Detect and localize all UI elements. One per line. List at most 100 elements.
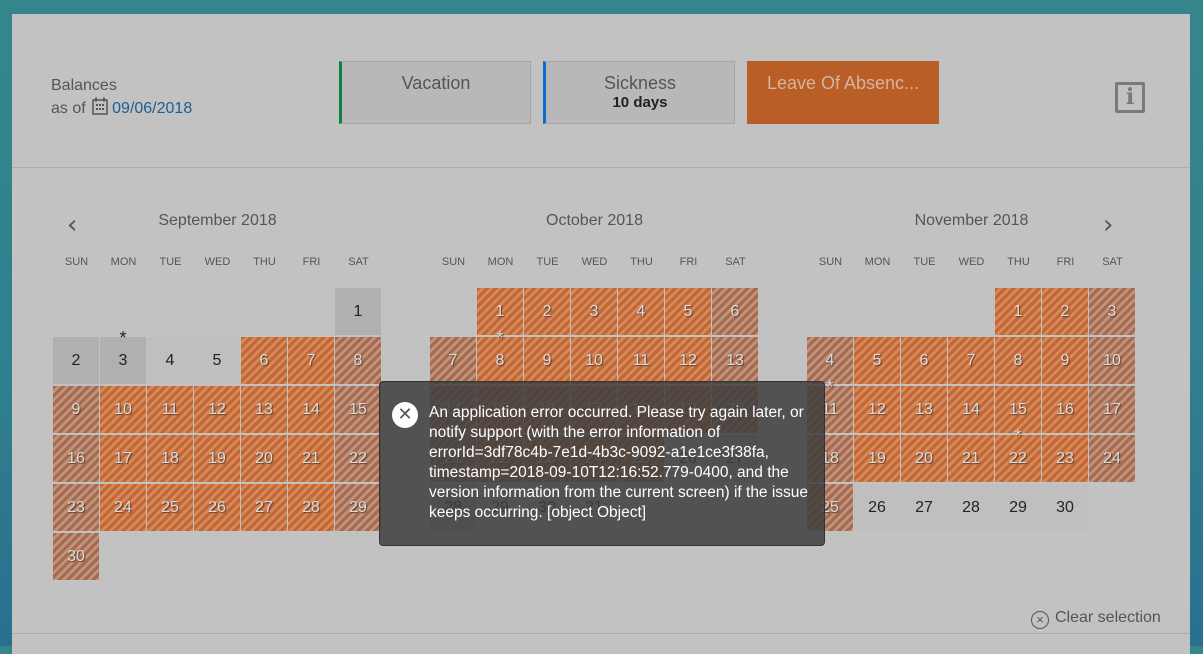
calendar-day[interactable]: 12: [194, 386, 240, 433]
calendar-day[interactable]: 12: [665, 337, 711, 384]
info-icon[interactable]: i: [1115, 82, 1145, 113]
calendar-day[interactable]: 4: [147, 337, 193, 384]
calendar-day[interactable]: 11: [147, 386, 193, 433]
day-number: 5: [683, 303, 693, 320]
calendar-day[interactable]: 10: [1089, 337, 1135, 384]
calendar-day[interactable]: * 3: [100, 328, 146, 384]
calendar-day[interactable]: 5: [194, 337, 240, 384]
calendar-day[interactable]: 6: [241, 337, 287, 384]
calendar-day[interactable]: 14: [288, 386, 334, 433]
clear-selection-label: Clear selection: [1055, 609, 1161, 626]
calendar-day[interactable]: 10: [571, 337, 617, 384]
calendar-day[interactable]: 30: [1042, 484, 1088, 531]
calendar-day[interactable]: 9: [1042, 337, 1088, 384]
calendar-day[interactable]: 13: [901, 386, 947, 433]
calendar-day[interactable]: 18: [147, 435, 193, 482]
calendar-day[interactable]: 17: [1089, 386, 1135, 433]
calendar-day[interactable]: 24: [100, 484, 146, 531]
day-number: 1: [353, 303, 363, 320]
calendar-day[interactable]: 6: [901, 337, 947, 384]
calendar-day[interactable]: 26: [194, 484, 240, 531]
calendar-day[interactable]: 5: [665, 288, 711, 335]
calendar-day[interactable]: 16: [53, 435, 99, 482]
weekday-label: TUE: [913, 256, 936, 268]
day-number: 8: [353, 352, 363, 369]
day-number: 6: [730, 303, 740, 320]
calendar-day[interactable]: 13: [712, 337, 758, 384]
day-number: 3: [589, 303, 599, 320]
time-off-panel: Balances as of 09/06/2018 Vacation Sickn…: [12, 14, 1190, 654]
balances-block: Balances as of 09/06/2018: [51, 74, 192, 122]
calendar-day[interactable]: 16: [1042, 386, 1088, 433]
calendar-day[interactable]: * 8: [477, 328, 523, 384]
calendar-day[interactable]: 9: [524, 337, 570, 384]
calendar-day[interactable]: 8: [995, 337, 1041, 384]
calendar-day[interactable]: 29: [995, 484, 1041, 531]
day-number: 2: [542, 303, 552, 320]
calendar-day[interactable]: 30: [53, 533, 99, 580]
calendar-day[interactable]: 19: [194, 435, 240, 482]
calendar-day[interactable]: 21: [948, 435, 994, 482]
clear-selection-button[interactable]: × Clear selection: [1031, 609, 1161, 629]
calendar-day[interactable]: 4: [618, 288, 664, 335]
calendar-day[interactable]: 27: [241, 484, 287, 531]
as-of-date-link[interactable]: 09/06/2018: [112, 100, 192, 117]
day-number: 24: [114, 499, 132, 516]
calendar-day[interactable]: 8: [335, 337, 381, 384]
calendar-day[interactable]: 3: [1089, 288, 1135, 335]
day-number: 11: [161, 401, 179, 418]
calendar-day[interactable]: 20: [901, 435, 947, 482]
day-number: 11: [632, 352, 650, 369]
calendar-day[interactable]: 2: [53, 337, 99, 384]
weekday-label: FRI: [302, 256, 321, 268]
balance-tile-leave-of-absence[interactable]: Leave Of Absenc...: [747, 61, 939, 124]
day-number: 10: [585, 352, 603, 369]
calendar-icon[interactable]: [92, 97, 108, 122]
day-number: 22: [349, 450, 367, 467]
calendar-day[interactable]: 20: [241, 435, 287, 482]
calendar-day[interactable]: 9: [53, 386, 99, 433]
calendar-day[interactable]: 24: [1089, 435, 1135, 482]
day-number: 1: [1013, 303, 1023, 320]
calendar-day[interactable]: 17: [100, 435, 146, 482]
day-number: 7: [448, 352, 458, 369]
day-number: 25: [161, 499, 179, 516]
calendar-day[interactable]: 1: [335, 288, 381, 335]
calendar-day[interactable]: 5: [854, 337, 900, 384]
balance-tile-sickness[interactable]: Sickness 10 days: [543, 61, 735, 124]
calendar-day[interactable]: 2: [1042, 288, 1088, 335]
calendar-day[interactable]: 6: [712, 288, 758, 335]
calendar-day[interactable]: 1: [995, 288, 1041, 335]
calendar-day[interactable]: 3: [571, 288, 617, 335]
calendar-day[interactable]: 23: [1042, 435, 1088, 482]
calendar-day[interactable]: 10: [100, 386, 146, 433]
calendar-day[interactable]: 7: [288, 337, 334, 384]
calendar-day[interactable]: 21: [288, 435, 334, 482]
calendar-day[interactable]: 27: [901, 484, 947, 531]
calendar-day[interactable]: 29: [335, 484, 381, 531]
day-number: 18: [161, 450, 179, 467]
calendar-day[interactable]: 22: [335, 435, 381, 482]
calendar-day[interactable]: 11: [618, 337, 664, 384]
balance-tile-vacation[interactable]: Vacation: [339, 61, 531, 124]
day-number: 5: [872, 352, 882, 369]
calendar-day[interactable]: 15: [335, 386, 381, 433]
calendar-day[interactable]: 28: [288, 484, 334, 531]
calendar-day[interactable]: 25: [147, 484, 193, 531]
calendar-day[interactable]: 19: [854, 435, 900, 482]
calendar-day[interactable]: 12: [854, 386, 900, 433]
calendar-day[interactable]: * 22: [995, 426, 1041, 482]
day-number: 23: [1056, 450, 1074, 467]
error-icon: ✕: [392, 402, 418, 428]
calendar-day[interactable]: 7: [430, 337, 476, 384]
weekday-label: SAT: [348, 256, 369, 268]
calendar-day[interactable]: 13: [241, 386, 287, 433]
weekday-label: SUN: [441, 256, 466, 268]
day-number: 7: [306, 352, 316, 369]
calendar-day[interactable]: 14: [948, 386, 994, 433]
calendar-day[interactable]: 2: [524, 288, 570, 335]
calendar-day[interactable]: 7: [948, 337, 994, 384]
calendar-day[interactable]: 26: [854, 484, 900, 531]
calendar-day[interactable]: 28: [948, 484, 994, 531]
calendar-day[interactable]: 23: [53, 484, 99, 531]
